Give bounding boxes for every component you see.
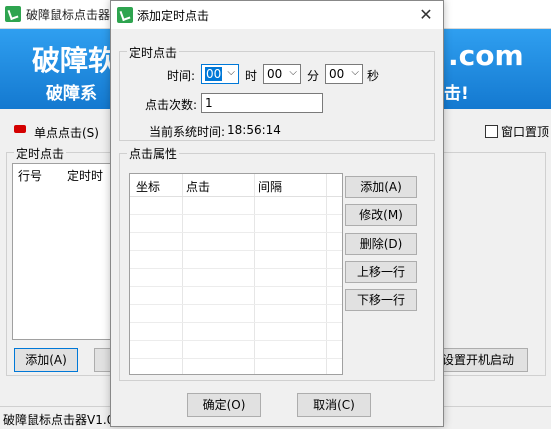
row-line [130,358,342,359]
single-click-tab[interactable]: 单点点击(S) [34,124,99,141]
minute-unit: 分 [307,69,320,83]
minute-select[interactable]: 00 ⌵ [263,64,301,84]
banner-right2: 击! [444,84,469,104]
click-props-group-label: 点击属性 [127,145,180,162]
row-line [130,250,342,251]
dialog-timer-group-label: 定时点击 [127,44,180,61]
second-unit: 秒 [367,69,380,83]
second-value: 00 [329,67,345,81]
dialog-title: 添加定时点击 [137,9,210,23]
app-cursor-icon [5,6,21,22]
hour-value: 00 [205,67,223,81]
table-header: 坐标 点击 间隔 [130,174,342,197]
second-select[interactable]: 00 ⌵ [325,64,363,84]
click-count-label: 点击次数: [145,98,198,112]
window-top-label: 窗口置顶 [501,125,550,139]
row-line [130,268,342,269]
system-time-label: 当前系统时间: [149,125,226,139]
ok-button[interactable]: 确定(O) [187,393,261,417]
window-top-checkbox[interactable]: 窗口置顶 [485,123,549,140]
checkbox-box[interactable] [485,125,498,138]
cancel-button[interactable]: 取消(C) [297,393,371,417]
main-add-button[interactable]: 添加(A) [14,348,78,372]
click-count-input[interactable]: 1 [201,93,323,113]
column-divider [182,174,183,374]
list-column-index: 行号 [18,169,43,183]
click-props-table[interactable]: 坐标 点击 间隔 [129,173,343,375]
system-time-value: 18:56:14 [227,123,281,137]
chevron-down-icon: ⌵ [227,67,235,78]
delete-button[interactable]: 删除(D) [345,233,417,255]
click-count-value: 1 [205,96,213,110]
column-divider [254,174,255,374]
main-timer-list[interactable]: 行号 定时时 [12,163,114,340]
main-window-title: 破障鼠标点击器 [26,8,111,22]
row-line [130,286,342,287]
banner-right1: .com [448,39,524,72]
minute-value: 00 [267,67,283,81]
banner-line2: 破障系 [46,84,97,104]
chevron-down-icon: ⌵ [351,67,359,78]
row-line [130,214,342,215]
modify-button[interactable]: 修改(M) [345,204,417,226]
dialog-title-bar: 添加定时点击 ✕ [111,1,443,29]
row-line [130,232,342,233]
banner-line1: 破障软 [32,44,117,77]
time-label: 时间: [167,69,196,83]
column-interval: 间隔 [258,180,283,194]
list-column-time: 定时时 [67,169,104,183]
add-button[interactable]: 添加(A) [345,176,417,198]
move-down-button[interactable]: 下移一行 [345,289,417,311]
row-line [130,340,342,341]
column-divider [326,174,327,374]
add-timer-dialog: 添加定时点击 ✕ 定时点击 时间: 00 ⌵ 时 00 ⌵ 分 00 ⌵ 秒 点… [110,0,444,427]
column-coordinate: 坐标 [136,180,161,194]
column-click: 点击 [186,180,211,194]
chevron-down-icon: ⌵ [289,67,297,78]
row-line [130,322,342,323]
red-indicator-icon [14,125,26,133]
move-up-button[interactable]: 上移一行 [345,261,417,283]
close-icon[interactable]: ✕ [411,3,441,27]
main-timer-group-label: 定时点击 [14,145,67,162]
row-line [130,304,342,305]
hour-unit: 时 [245,69,258,83]
status-text: 破障鼠标点击器V1.0 [3,413,115,427]
hour-select[interactable]: 00 ⌵ [201,64,239,84]
app-cursor-icon [117,7,133,23]
